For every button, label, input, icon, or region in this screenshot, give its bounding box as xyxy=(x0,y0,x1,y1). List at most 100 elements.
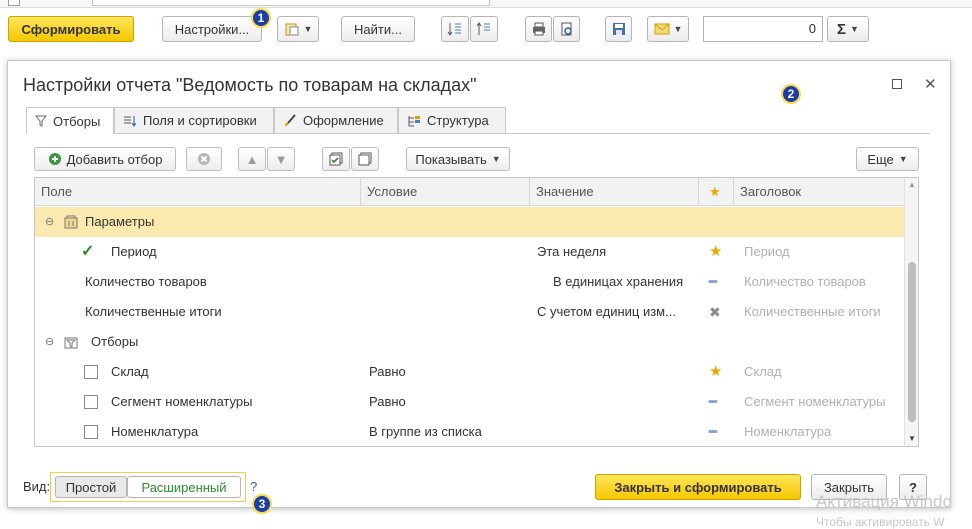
row-condition[interactable]: Равно xyxy=(369,387,406,417)
row-checkbox[interactable] xyxy=(84,365,98,379)
report-variant-menu-button[interactable]: ▼ xyxy=(277,16,319,42)
table-row[interactable]: ✓ Период Эта неделя ★ Период xyxy=(35,237,904,267)
dialog-title: Настройки отчета "Ведомость по товарам н… xyxy=(23,75,477,95)
sort-asc-button[interactable] xyxy=(470,16,498,42)
table-row[interactable]: Количественные итоги С учетом единиц изм… xyxy=(35,297,904,327)
print-button[interactable] xyxy=(525,16,552,42)
sort-desc-button[interactable] xyxy=(441,16,469,42)
arrow-up-icon: ▲ xyxy=(245,151,259,167)
view-extended-button[interactable]: Расширенный xyxy=(127,476,241,498)
row-condition[interactable]: В группе из списка xyxy=(369,417,482,446)
grid-header: Поле Условие Значение ★ Заголовок xyxy=(35,178,904,206)
close-icon[interactable]: ✕ xyxy=(924,75,937,93)
column-header-user-settings[interactable]: ★ xyxy=(699,178,734,206)
activation-watermark-title: Активация Windo xyxy=(816,492,952,511)
table-row[interactable]: ⊖ Параметры xyxy=(35,207,904,237)
row-value[interactable]: В единицах хранения xyxy=(553,267,683,297)
report-variant-icon xyxy=(285,23,299,36)
collapse-icon[interactable]: ⊖ xyxy=(45,207,54,237)
row-condition[interactable]: Равно xyxy=(369,357,406,387)
row-field: Количественные итоги xyxy=(85,304,222,319)
tab-structure-label: Структура xyxy=(427,113,489,128)
table-row[interactable]: Сегмент номенклатуры Равно ━ Сегмент ном… xyxy=(35,387,904,417)
scroll-down-icon[interactable]: ▼ xyxy=(908,434,916,443)
row-field: Количество товаров xyxy=(85,274,207,289)
check-all-button[interactable] xyxy=(322,147,350,171)
table-row[interactable]: Номенклатура В группе из списка ━ Номенк… xyxy=(35,417,904,446)
close-and-generate-button[interactable]: Закрыть и сформировать xyxy=(595,474,801,500)
brush-icon xyxy=(285,113,296,126)
report-settings-dialog: Настройки отчета "Ведомость по товарам н… xyxy=(7,60,951,514)
collapse-icon[interactable]: ⊖ xyxy=(45,327,54,357)
checkbox-checked-icon[interactable]: ✓ xyxy=(81,237,94,267)
column-header-caption[interactable]: Заголовок xyxy=(734,178,906,206)
callout-badge-3: 3 xyxy=(252,494,272,514)
row-caption[interactable]: Количественные итоги xyxy=(744,297,881,327)
generate-button[interactable]: Сформировать xyxy=(8,16,134,42)
top-edge-checkbox[interactable] xyxy=(8,0,20,6)
tab-structure[interactable]: Структура xyxy=(398,107,506,133)
move-up-button[interactable]: ▲ xyxy=(238,147,266,171)
tab-fields-sorting[interactable]: Поля и сортировки xyxy=(114,107,274,133)
row-field: Отборы xyxy=(91,334,139,349)
filters-group-icon xyxy=(64,337,78,349)
more-label: Еще xyxy=(867,151,894,167)
table-row[interactable]: Количество товаров В единицах хранения ━… xyxy=(35,267,904,297)
row-value[interactable]: С учетом единиц изм... xyxy=(537,297,676,327)
dash-icon[interactable]: ━ xyxy=(709,387,717,417)
column-header-value[interactable]: Значение xyxy=(530,178,699,206)
row-caption[interactable]: Период xyxy=(744,237,790,267)
arrow-down-icon: ▼ xyxy=(274,151,288,167)
chevron-down-icon: ▼ xyxy=(491,154,501,164)
scroll-up-icon[interactable]: ▲ xyxy=(908,180,916,189)
find-button[interactable]: Найти... xyxy=(341,16,415,42)
cross-icon[interactable]: ✖ xyxy=(709,297,721,327)
tab-filters[interactable]: Отборы xyxy=(26,107,114,134)
fields-sort-icon xyxy=(124,115,137,127)
sum-field[interactable]: 0 xyxy=(703,16,823,42)
scrollbar-thumb[interactable] xyxy=(908,262,916,422)
view-simple-button[interactable]: Простой xyxy=(55,476,127,498)
settings-button[interactable]: Настройки... xyxy=(162,16,262,42)
tab-fields-sorting-label: Поля и сортировки xyxy=(143,113,257,128)
save-button[interactable] xyxy=(605,16,632,42)
send-email-button[interactable]: ▼ xyxy=(647,16,689,42)
tab-appearance-label: Оформление xyxy=(303,113,384,128)
uncheck-all-icon xyxy=(358,152,372,166)
move-down-button[interactable]: ▼ xyxy=(267,147,295,171)
view-help-link[interactable]: ? xyxy=(250,479,257,494)
row-caption[interactable]: Склад xyxy=(744,357,782,387)
row-caption[interactable]: Номенклатура xyxy=(744,417,831,446)
uncheck-all-button[interactable] xyxy=(351,147,379,171)
add-filter-button[interactable]: Добавить отбор xyxy=(34,147,176,171)
star-icon[interactable]: ★ xyxy=(709,237,722,267)
maximize-icon[interactable] xyxy=(892,75,902,89)
row-value[interactable]: Эта неделя xyxy=(537,237,606,267)
preview-icon xyxy=(561,22,572,36)
column-header-field[interactable]: Поле xyxy=(35,178,361,206)
row-checkbox[interactable] xyxy=(84,425,98,439)
grid-scrollbar[interactable]: ▲ ▼ xyxy=(904,178,918,446)
callout-badge-1: 1 xyxy=(251,8,271,28)
tab-appearance[interactable]: Оформление xyxy=(274,107,398,133)
delete-filter-button[interactable] xyxy=(186,147,222,171)
dash-icon[interactable]: ━ xyxy=(709,267,717,297)
show-dropdown-button[interactable]: Показывать ▼ xyxy=(406,147,510,171)
dash-icon[interactable]: ━ xyxy=(709,417,717,446)
floppy-disk-icon xyxy=(612,23,625,35)
row-field: Период xyxy=(111,244,157,259)
star-icon[interactable]: ★ xyxy=(709,357,722,387)
callout-badge-2: 2 xyxy=(781,84,801,104)
row-checkbox[interactable] xyxy=(84,395,98,409)
row-caption[interactable]: Сегмент номенклатуры xyxy=(744,387,885,417)
sort-asc-icon xyxy=(476,22,490,35)
preview-button[interactable] xyxy=(553,16,580,42)
top-edge-field[interactable] xyxy=(92,0,490,6)
row-caption[interactable]: Количество товаров xyxy=(744,267,866,297)
more-button[interactable]: Еще ▼ xyxy=(856,147,919,171)
sum-button[interactable]: Σ ▼ xyxy=(827,16,869,42)
table-row[interactable]: ⊖ Отборы xyxy=(35,327,904,357)
column-header-condition[interactable]: Условие xyxy=(361,178,530,206)
delete-icon xyxy=(198,153,210,165)
table-row[interactable]: Склад Равно ★ Склад xyxy=(35,357,904,387)
